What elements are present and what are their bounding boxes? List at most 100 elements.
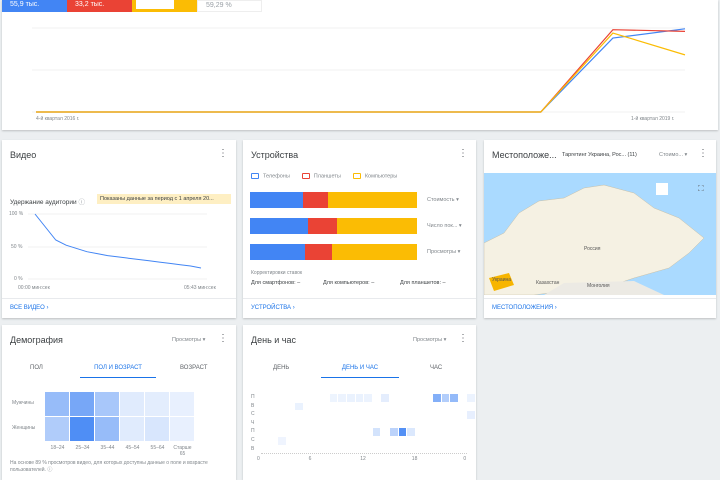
bid-tablets[interactable]: Для планшетов: – [400, 280, 446, 286]
heatmap-cell[interactable] [45, 392, 69, 416]
heatmap-cell[interactable] [278, 437, 286, 445]
heatmap-cell[interactable] [120, 417, 144, 441]
bid-smartphones[interactable]: Для смартфонов: – [251, 280, 300, 286]
location-map[interactable] [484, 173, 716, 295]
bid-adjust-label: Корректировки ставок [251, 270, 303, 276]
col-label: Старше 65 [173, 445, 192, 457]
y-tick: 0 % [14, 276, 23, 282]
heatmap-cell[interactable] [70, 417, 94, 441]
heatmap-cell[interactable] [433, 394, 441, 402]
bar-segment [250, 192, 304, 208]
device-icon [352, 173, 361, 179]
tab-day[interactable]: День [273, 365, 289, 371]
heatmap-cell[interactable] [364, 394, 372, 402]
card-title: Демография [10, 335, 63, 345]
help-icon[interactable]: ⓘ [78, 199, 85, 206]
devices-link[interactable]: Устройства › [243, 298, 476, 318]
bid-computers[interactable]: Для компьютеров: – [323, 280, 374, 286]
metric-select[interactable]: Стоимо... ▾ [659, 152, 687, 158]
device-icon [251, 173, 259, 179]
day-label: П [251, 394, 255, 400]
day-label: П [251, 428, 255, 435]
heatmap-cell[interactable] [95, 392, 119, 416]
x-label-end: 1-й квартал 2019 г. [631, 116, 675, 122]
metric-select[interactable]: Просмотры ▾ [172, 337, 205, 343]
heatmap-cell[interactable] [467, 394, 475, 402]
metric-select[interactable]: Стоимость ▾ [427, 197, 459, 203]
x-tick: 00:00 мин:сек [18, 285, 50, 291]
bar-segment [305, 244, 332, 260]
heatmap-cell[interactable] [398, 428, 407, 436]
heatmap-cell[interactable] [45, 417, 69, 441]
heatmap-cell[interactable] [95, 417, 119, 441]
location-card: Местоположе... Таргетинг Украина, Рос...… [484, 140, 716, 318]
x-axis [261, 453, 468, 454]
tab-gender-age[interactable]: Пол и возраст [80, 365, 156, 378]
x-label-start: 4-й квартал 2016 г. [36, 116, 80, 122]
hour-tick: 0 [463, 456, 467, 462]
heatmap-cell[interactable] [145, 417, 169, 441]
bar-segment [250, 244, 306, 260]
heatmap-cell[interactable] [372, 428, 381, 436]
video-card: Видео ⋮ Удержание аудитории ⓘ Показаны д… [2, 140, 236, 318]
row-label: Женщины [12, 425, 36, 431]
metric-select[interactable]: Число пок... ▾ [427, 223, 462, 229]
more-vert-icon[interactable]: ⋮ [218, 149, 228, 159]
heatmap-cell[interactable] [70, 392, 94, 416]
bar-segment [331, 244, 417, 260]
metric-select[interactable]: Просмотры ▾ [427, 249, 460, 255]
bar-segment [336, 218, 417, 234]
all-videos-link[interactable]: Все видео › [2, 298, 236, 318]
date-notice: Показаны данные за период с 1 апреля 20.… [97, 194, 231, 204]
heatmap-cell[interactable] [329, 394, 338, 402]
heatmap-cell[interactable] [467, 411, 475, 419]
help-icon[interactable]: ⓘ [47, 467, 52, 473]
card-title: Устройства [251, 150, 299, 160]
legend-label: Телефоны [263, 173, 290, 180]
day-label: Ч [251, 419, 255, 426]
day-label: В [251, 445, 255, 452]
tab-day-hour[interactable]: День и час [321, 365, 399, 378]
metric-select[interactable]: Просмотры ▾ [413, 337, 446, 343]
device-icon [301, 173, 310, 179]
tab-hour[interactable]: Час [430, 365, 442, 371]
heatmap-cell[interactable] [120, 392, 144, 416]
more-vert-icon[interactable]: ⋮ [458, 149, 468, 159]
day-label: С [251, 411, 255, 418]
series-line-yellow [36, 32, 686, 113]
heatmap-cell[interactable] [170, 392, 194, 416]
demo-note: На основе 89 % просмотров видео, для кот… [10, 460, 208, 473]
heatmap-cell[interactable] [441, 394, 450, 402]
heatmap-cell[interactable] [338, 394, 346, 402]
series-line-red [36, 29, 686, 113]
day-label: В [251, 402, 255, 409]
retention-line [34, 213, 202, 269]
more-vert-icon[interactable]: ⋮ [218, 334, 228, 344]
heatmap-cell[interactable] [390, 428, 398, 436]
heatmap-cell[interactable] [407, 428, 415, 436]
heatmap-cell[interactable] [145, 392, 169, 416]
x-tick: 05:43 мин:сек [184, 285, 216, 291]
heatmap-cell[interactable] [295, 402, 303, 411]
demographics-card: Демография Просмотры ▾ ⋮ Пол Пол и возра… [2, 325, 236, 480]
card-title: Местоположе... [492, 150, 557, 160]
hour-tick: 18 [411, 456, 418, 462]
more-vert-icon[interactable]: ⋮ [698, 149, 708, 159]
day-label: С [251, 437, 255, 443]
col-label: 45–54 [125, 445, 140, 451]
fullscreen-icon[interactable]: ⛶ [698, 184, 704, 194]
heatmap-cell[interactable] [450, 394, 458, 402]
heatmap-cell[interactable] [381, 394, 389, 402]
tab-age[interactable]: Возраст [180, 365, 207, 371]
tab-gender[interactable]: Пол [30, 365, 43, 371]
heatmap-cell[interactable] [355, 394, 364, 402]
y-tick: 100 % [9, 211, 24, 217]
heatmap-cell[interactable] [170, 417, 194, 441]
more-vert-icon[interactable]: ⋮ [458, 334, 468, 344]
heatmap-cell[interactable] [347, 394, 355, 402]
legend-label: Компьютеры [364, 173, 398, 180]
col-label: 25–34 [75, 445, 90, 451]
legend-item: Компьютеры [352, 173, 398, 180]
locations-link[interactable]: Местоположения › [484, 298, 716, 318]
col-label: 55–64 [150, 445, 165, 451]
